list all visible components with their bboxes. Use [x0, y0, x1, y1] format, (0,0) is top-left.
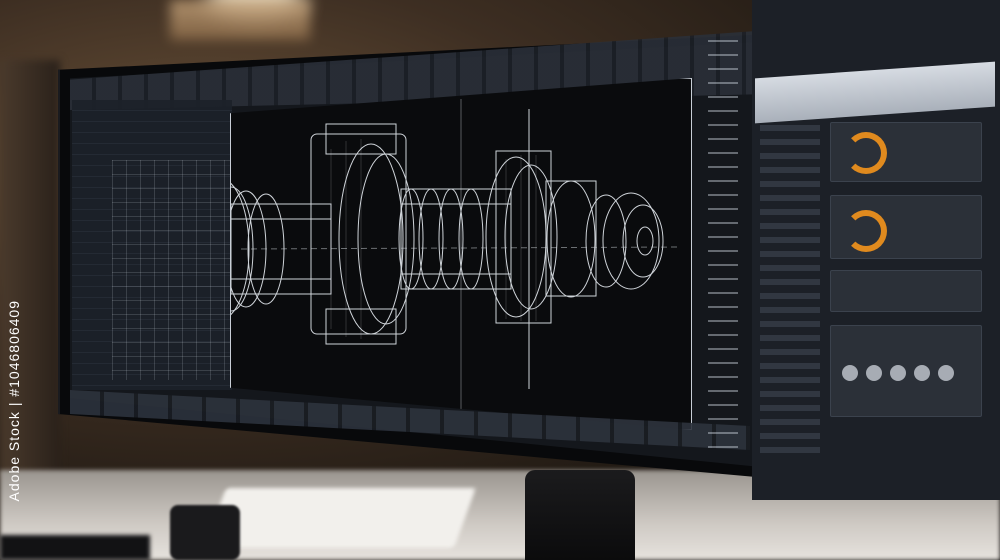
swatch[interactable] — [866, 365, 882, 381]
orange-progress-ring-icon — [845, 132, 887, 174]
desk-device — [170, 505, 240, 560]
preview-tile[interactable] — [830, 270, 982, 312]
desk-paper — [204, 488, 476, 548]
cad-viewport[interactable] — [230, 78, 692, 430]
cad-grid — [112, 160, 232, 380]
background-window — [170, 0, 310, 40]
swatch[interactable] — [938, 365, 954, 381]
wireframe-shaft-drawing — [231, 99, 682, 409]
cad-vertical-ruler — [708, 40, 738, 460]
keyboard — [0, 535, 150, 560]
orange-progress-ring-icon — [845, 210, 887, 252]
right-panel-list[interactable] — [760, 125, 820, 455]
stock-watermark: Adobe Stock | #1046806409 — [6, 300, 22, 502]
swatch[interactable] — [842, 365, 858, 381]
monitor-stand — [525, 470, 635, 560]
swatch[interactable] — [890, 365, 906, 381]
swatch[interactable] — [914, 365, 930, 381]
